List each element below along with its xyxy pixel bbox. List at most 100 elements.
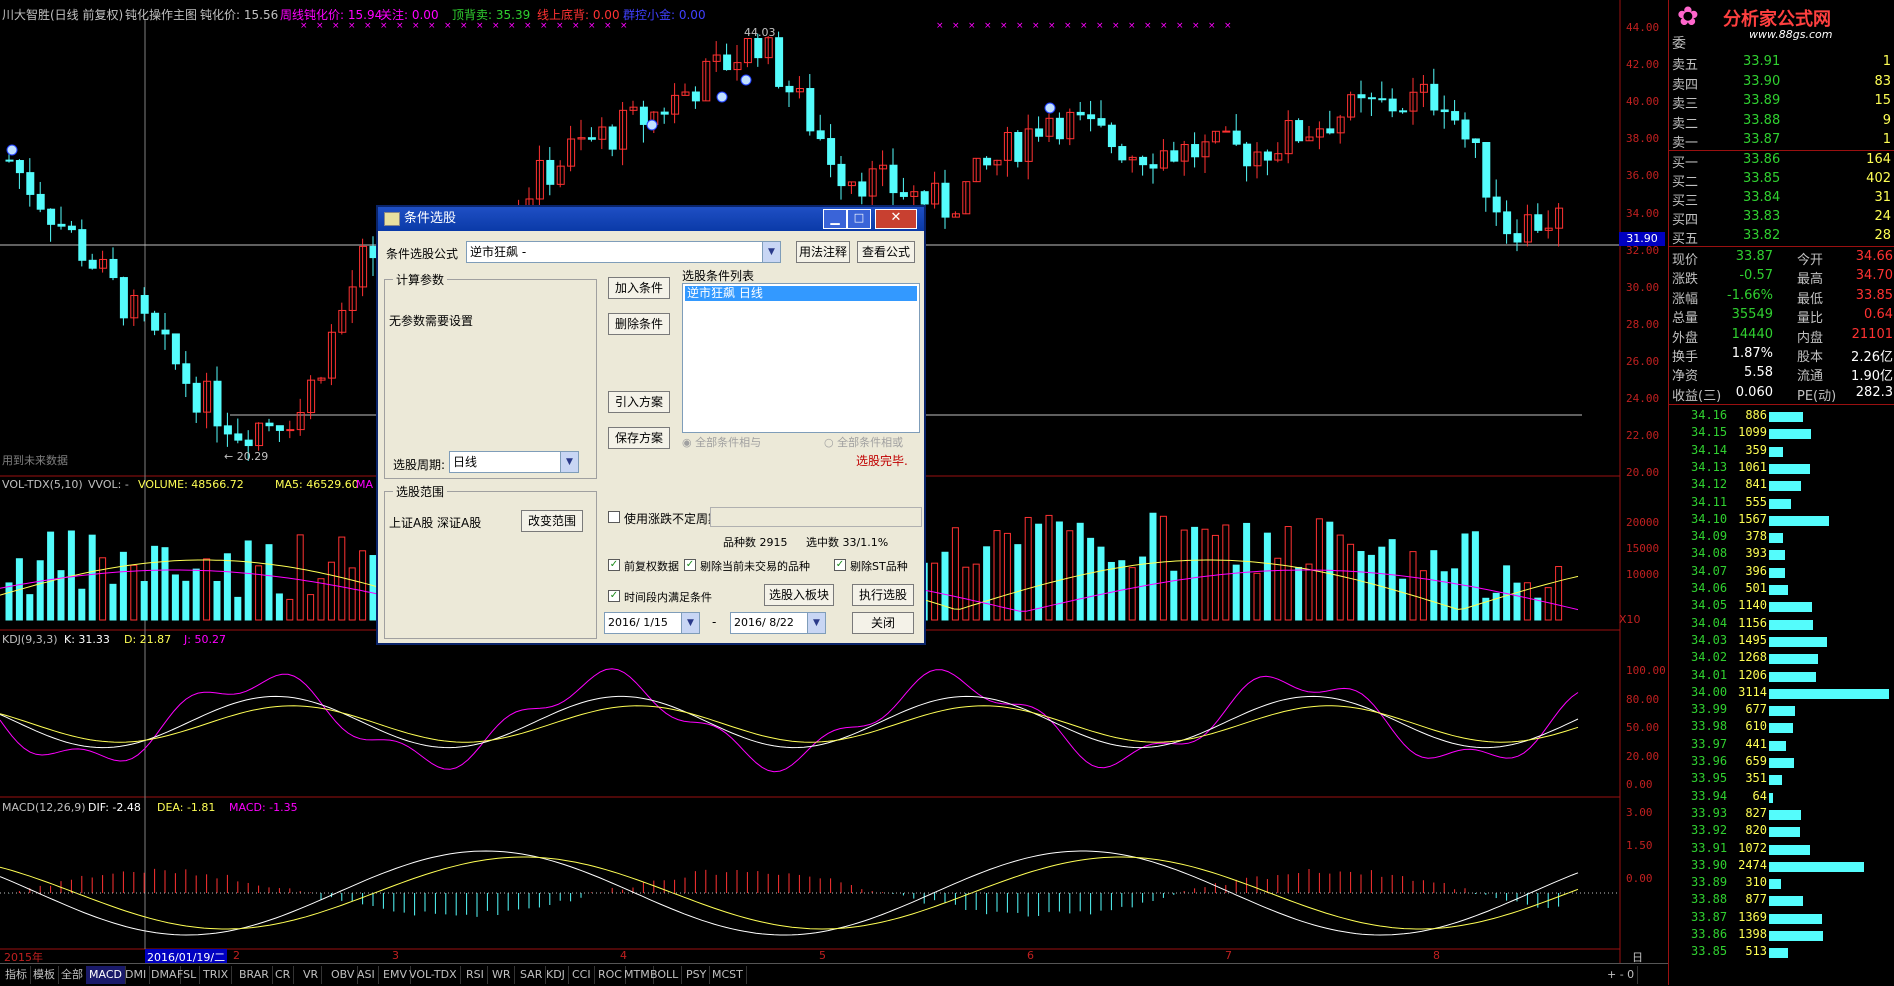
tick-row[interactable]: 33.96 659 [1669, 754, 1894, 772]
minimize-icon[interactable]: ▁ [823, 209, 847, 229]
close-button[interactable]: 关闭 [852, 612, 914, 634]
execute-button[interactable]: 执行选股 [852, 584, 914, 606]
indicator-tab[interactable]: 全部 [58, 966, 87, 984]
quote-value: 1.90亿 [1851, 369, 1893, 385]
indicator-tab[interactable]: FSL [174, 966, 201, 984]
indicator-tab[interactable]: 模板 [30, 966, 59, 984]
tick-price: 33.99 [1691, 702, 1728, 717]
indicator-tab[interactable]: CR [272, 966, 295, 984]
order-label: 买一 [1672, 156, 1699, 171]
chevron-down-icon[interactable]: ▼ [560, 452, 578, 472]
indicator-tab[interactable]: BRAR [236, 966, 273, 984]
period-select[interactable]: 日线 ▼ [449, 451, 579, 473]
tick-row[interactable]: 34.12 841 [1669, 477, 1894, 495]
indicator-tab[interactable]: MACD [86, 966, 126, 984]
candle-body [889, 164, 898, 194]
close-icon[interactable]: ✕ [875, 209, 917, 229]
indicator-tab[interactable]: DMI [122, 966, 151, 984]
save-scheme-button[interactable]: 保存方案 [608, 427, 670, 449]
indicator-tab[interactable]: BOLL [647, 966, 683, 984]
indicator-tab[interactable]: 指标 [2, 966, 31, 984]
tick-row[interactable]: 34.01 1206 [1669, 668, 1894, 686]
tick-row[interactable]: 34.06 501 [1669, 581, 1894, 599]
tick-row[interactable]: 33.91 1072 [1669, 841, 1894, 859]
tick-row[interactable]: 33.85 513 [1669, 944, 1894, 962]
view-formula-button[interactable]: 查看公式 [857, 241, 915, 263]
tick-row[interactable]: 34.14 359 [1669, 443, 1894, 461]
indicator-tab[interactable]: ASI [354, 966, 379, 984]
formula-select[interactable]: 逆市狂飙 - ▼ [466, 241, 781, 263]
zoom-controls[interactable]: + - 0 [1604, 966, 1639, 984]
tick-row[interactable]: 34.04 1156 [1669, 616, 1894, 634]
import-scheme-button[interactable]: 引入方案 [608, 391, 670, 413]
tick-row[interactable]: 33.87 1369 [1669, 910, 1894, 928]
tick-row[interactable]: 34.15 1099 [1669, 425, 1894, 443]
st-label: 剔除ST品种 [850, 560, 908, 573]
tick-row[interactable]: 34.08 393 [1669, 546, 1894, 564]
delete-condition-button[interactable]: 删除条件 [608, 313, 670, 335]
tick-row[interactable]: 33.99 677 [1669, 702, 1894, 720]
tick-row[interactable]: 34.02 1268 [1669, 650, 1894, 668]
candle-body [775, 37, 784, 87]
indicator-tab[interactable]: SAR [517, 966, 547, 984]
tick-volume: 820 [1745, 823, 1767, 838]
condition-list-item[interactable]: 逆市狂飙 日线 [685, 286, 917, 301]
indicator-tab[interactable]: KDJ [543, 966, 569, 984]
to-block-button[interactable]: 选股入板块 [764, 584, 834, 606]
change-range-button[interactable]: 改变范围 [521, 510, 583, 532]
chevron-down-icon[interactable]: ▼ [681, 613, 699, 633]
date-to-picker[interactable]: 2016/ 8/22 ▼ [730, 612, 826, 634]
tick-row[interactable]: 33.92 820 [1669, 823, 1894, 841]
tick-row[interactable]: 34.03 1495 [1669, 633, 1894, 651]
tick-row[interactable]: 34.00 3114 [1669, 685, 1894, 703]
tick-row[interactable]: 34.09 378 [1669, 529, 1894, 547]
condition-list[interactable]: 逆市狂飙 日线 [682, 283, 920, 433]
date-from-picker[interactable]: 2016/ 1/15 ▼ [604, 612, 700, 634]
tick-row[interactable]: 34.07 396 [1669, 564, 1894, 582]
use-period-checkbox[interactable] [608, 511, 620, 523]
indicator-tab[interactable]: CCI [569, 966, 595, 984]
tick-price: 33.85 [1691, 944, 1728, 959]
period-input[interactable] [710, 507, 922, 527]
radio-and[interactable]: ◉ 全部条件相与 [682, 434, 761, 450]
tick-row[interactable]: 33.89 310 [1669, 875, 1894, 893]
st-checkbox[interactable]: ✓ [834, 559, 846, 571]
indicator-tab[interactable]: TRIX [200, 966, 233, 984]
tick-row[interactable]: 33.98 610 [1669, 719, 1894, 737]
tick-row[interactable]: 34.05 1140 [1669, 598, 1894, 616]
quote-value: -1.66% [1727, 287, 1773, 303]
tick-row[interactable]: 33.95 351 [1669, 771, 1894, 789]
indicator-tab[interactable]: WR [489, 966, 515, 984]
dialog-titlebar[interactable]: 条件选股 ▁ □ ✕ [378, 207, 924, 231]
volume-bar [1347, 543, 1355, 621]
indicator-tab[interactable]: VR [300, 966, 323, 984]
indicator-tab[interactable]: RSI [463, 966, 488, 984]
indicator-tab[interactable]: PSY [683, 966, 711, 984]
tick-volume-bar [1769, 948, 1789, 959]
vol-volume: VOLUME: 48566.72 [138, 478, 244, 491]
radio-or[interactable]: ○ 全部条件相或 [824, 434, 903, 450]
indicator-tab[interactable]: MCST [709, 966, 747, 984]
exclude-checkbox[interactable]: ✓ [684, 559, 696, 571]
tick-row[interactable]: 33.90 2474 [1669, 858, 1894, 876]
tick-row[interactable]: 33.86 1398 [1669, 927, 1894, 945]
tick-volume-bar [1769, 446, 1784, 457]
add-condition-button[interactable]: 加入条件 [608, 277, 670, 299]
order-row: 卖三 33.89 15 [1669, 93, 1894, 112]
maximize-icon[interactable]: □ [847, 209, 871, 229]
fq-checkbox[interactable]: ✓ [608, 559, 620, 571]
tick-row[interactable]: 34.13 1061 [1669, 460, 1894, 478]
usage-button[interactable]: 用法注释 [796, 241, 850, 263]
time-checkbox[interactable]: ✓ [608, 590, 620, 602]
tick-row[interactable]: 34.11 555 [1669, 495, 1894, 513]
chevron-down-icon[interactable]: ▼ [807, 613, 825, 633]
chevron-down-icon[interactable]: ▼ [762, 242, 780, 262]
tick-row[interactable]: 33.93 827 [1669, 806, 1894, 824]
quote-value: 34.66 [1855, 249, 1893, 264]
tick-row[interactable]: 33.94 64 [1669, 789, 1894, 807]
tick-row[interactable]: 34.16 886 [1669, 408, 1894, 426]
tick-row[interactable]: 33.88 877 [1669, 892, 1894, 910]
tick-row[interactable]: 34.10 1567 [1669, 512, 1894, 530]
indicator-tab[interactable]: VOL-TDX [406, 966, 461, 984]
tick-row[interactable]: 33.97 441 [1669, 737, 1894, 755]
